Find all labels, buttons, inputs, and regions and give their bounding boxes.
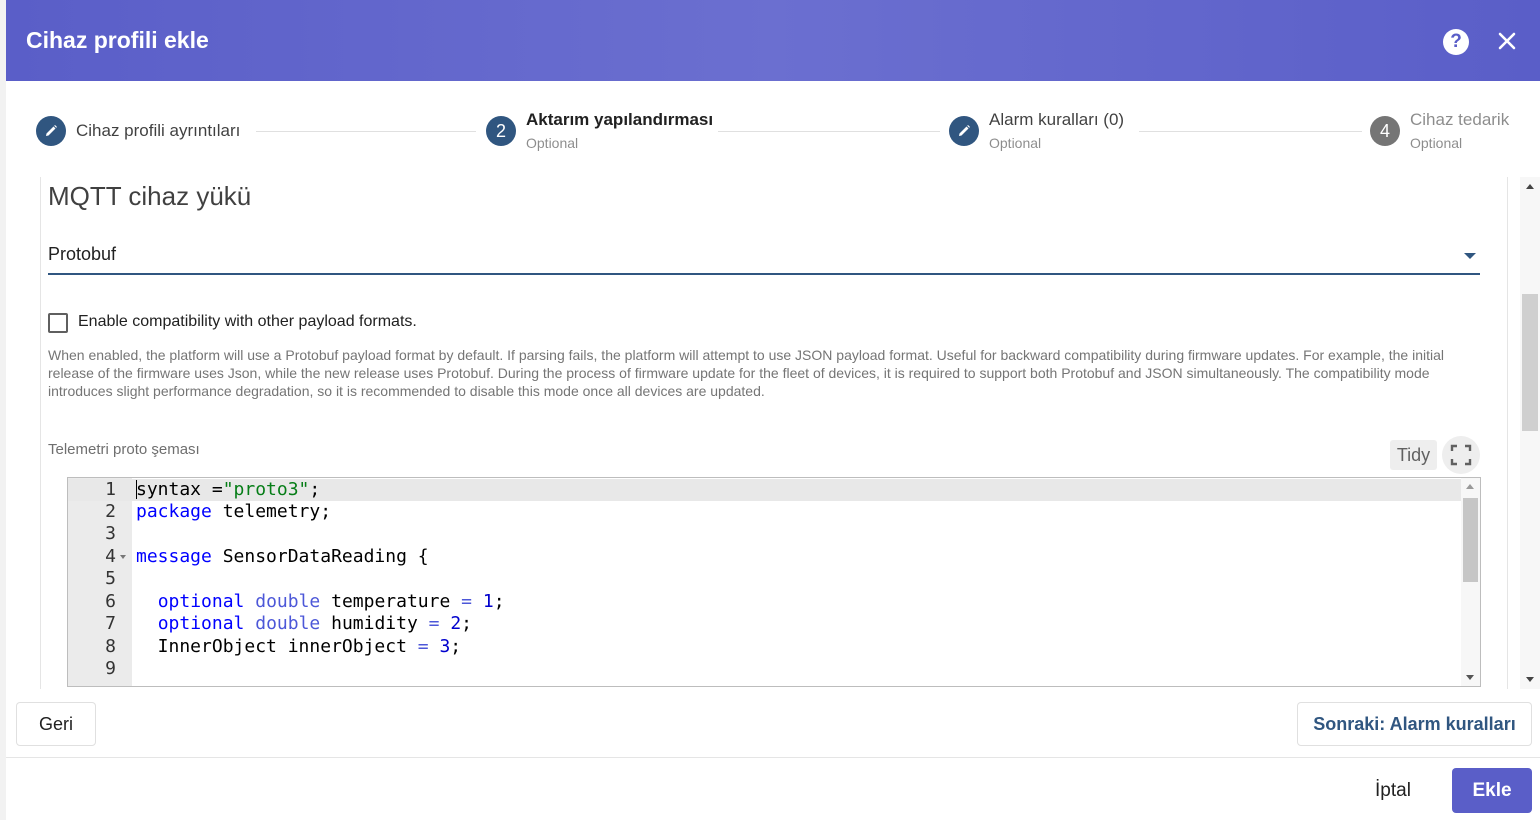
- stepper-navigation: Geri Sonraki: Alarm kuralları: [6, 689, 1540, 758]
- stepper-connector: [1139, 131, 1362, 132]
- code-text: package telemetry;: [136, 501, 332, 522]
- add-button[interactable]: Ekle: [1452, 768, 1532, 813]
- select-value: Protobuf: [48, 244, 117, 264]
- schema-label: Telemetri proto şeması: [48, 441, 200, 458]
- content-scrollbar[interactable]: [1520, 177, 1540, 689]
- code-line: 5: [68, 568, 1461, 590]
- step-label: Cihaz profili ayrıntıları: [76, 121, 241, 140]
- step-number: 2: [486, 116, 516, 146]
- line-number: 9: [105, 658, 116, 679]
- step-number: 4: [1370, 116, 1400, 146]
- scrollbar-thumb[interactable]: [1522, 294, 1538, 431]
- line-number: 4: [105, 546, 116, 567]
- code-line: 1 syntax ="proto3";: [68, 479, 1461, 501]
- line-number: 5: [105, 568, 116, 589]
- line-number: 7: [105, 613, 116, 634]
- code-line: 4 message SensorDataReading {: [68, 546, 1461, 568]
- dialog-header: Cihaz profili ekle ?: [6, 0, 1540, 81]
- section-title: MQTT cihaz yükü: [48, 181, 252, 211]
- pencil-icon: [36, 116, 66, 146]
- code-text: optional double temperature = 1;: [157, 591, 505, 612]
- proto-schema-editor[interactable]: 1 syntax ="proto3"; 2 package telemetry;…: [67, 477, 1481, 687]
- back-button[interactable]: Geri: [16, 702, 96, 746]
- code-line: 9: [68, 658, 1461, 680]
- compatibility-checkbox-label[interactable]: Enable compatibility with other payload …: [78, 313, 417, 331]
- code-line: 3: [68, 523, 1461, 545]
- pencil-icon: [949, 116, 979, 146]
- compatibility-checkbox[interactable]: [48, 313, 68, 333]
- payload-type-select[interactable]: Protobuf: [48, 239, 1480, 275]
- code-text: syntax ="proto3";: [136, 479, 321, 500]
- step-sublabel: Optional: [1410, 135, 1463, 151]
- help-icon[interactable]: ?: [1443, 29, 1469, 55]
- line-number: 1: [105, 479, 116, 500]
- stepper-connector: [718, 131, 940, 132]
- step-label: Alarm kuralları (0): [989, 110, 1125, 129]
- line-number: 3: [105, 523, 116, 544]
- next-step-button[interactable]: Sonraki: Alarm kuralları: [1297, 702, 1532, 746]
- code-line: 2 package telemetry;: [68, 501, 1461, 523]
- dropdown-arrow-icon: [1464, 253, 1476, 259]
- code-line: 8 InnerObject innerObject = 3;: [68, 636, 1461, 658]
- code-line: 6 optional double temperature = 1;: [68, 591, 1461, 613]
- code-line: 7 optional double humidity = 2;: [68, 613, 1461, 635]
- stepper-connector: [256, 131, 476, 132]
- cancel-button[interactable]: İptal: [1355, 772, 1431, 810]
- close-icon[interactable]: [1495, 29, 1519, 53]
- line-number: 8: [105, 636, 116, 657]
- scroll-down-arrow-icon[interactable]: [1526, 677, 1534, 682]
- compatibility-hint: When enabled, the platform will use a Pr…: [48, 347, 1444, 399]
- code-text: InnerObject innerObject = 3;: [136, 636, 462, 657]
- step-label: Aktarım yapılandırması: [526, 110, 714, 129]
- step-label: Cihaz tedarik: [1410, 110, 1510, 129]
- fullscreen-icon[interactable]: [1442, 436, 1480, 474]
- step-sublabel: Optional: [989, 135, 1042, 151]
- line-number: 6: [105, 591, 116, 612]
- form-content: MQTT cihaz yükü Protobuf Enable compatib…: [40, 177, 1508, 689]
- code-text: optional double humidity = 2;: [157, 613, 473, 634]
- fold-toggle-icon[interactable]: [120, 555, 126, 559]
- code-text: message SensorDataReading {: [136, 546, 429, 567]
- scrollbar-thumb[interactable]: [1463, 498, 1478, 582]
- dialog-title: Cihaz profili ekle: [26, 27, 209, 53]
- step-sublabel: Optional: [526, 135, 579, 151]
- tidy-button[interactable]: Tidy: [1390, 440, 1437, 470]
- editor-scrollbar[interactable]: [1461, 478, 1480, 686]
- text-cursor: [136, 480, 137, 499]
- line-number: 2: [105, 501, 116, 522]
- scroll-up-arrow-icon[interactable]: [1526, 184, 1534, 189]
- add-device-profile-dialog: Cihaz profili ekle ? Cihaz profili ayrın…: [6, 0, 1540, 820]
- scroll-down-arrow-icon[interactable]: [1466, 675, 1474, 680]
- scroll-up-arrow-icon[interactable]: [1466, 484, 1474, 489]
